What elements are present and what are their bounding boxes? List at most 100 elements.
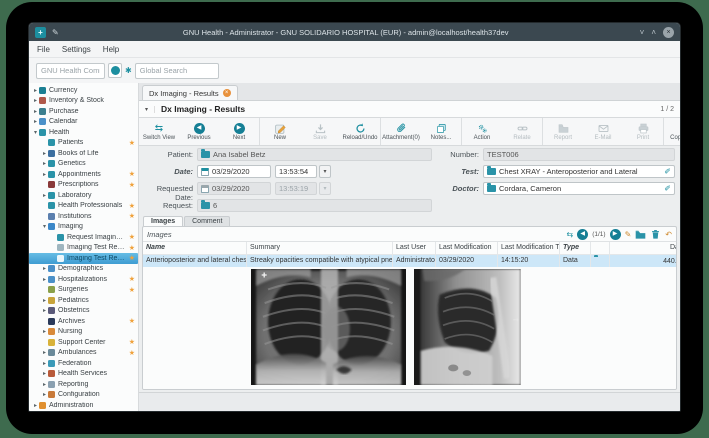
action-button[interactable]: Action [462,118,502,145]
keyboard-icon[interactable]: ✱ [125,66,132,75]
tree-expander-icon[interactable]: ▸ [41,160,48,167]
favorite-star-icon[interactable]: ★ [129,233,135,241]
command-go-button[interactable] [108,63,122,78]
images-table-row[interactable]: Anterioposterior and lateral chest Streak… [143,255,676,267]
clear-field-icon[interactable]: ✐ [664,184,671,193]
tree-expander-icon[interactable]: ▸ [32,402,39,409]
sidebar-item-patients[interactable]: Patients ★ [29,138,138,149]
tree-expander-icon[interactable]: ▸ [41,328,48,335]
sidebar-item-hospitalizations[interactable]: ▸ Hospitalizations ★ [29,274,138,285]
close-button[interactable]: × [663,26,674,38]
delete-row-icon[interactable] [650,229,661,240]
command-input[interactable] [36,62,105,79]
tree-expander-icon[interactable]: ▸ [41,360,48,367]
favorite-star-icon[interactable]: ★ [129,338,135,346]
tab-dx-imaging-results[interactable]: Dx Imaging - Results × [142,85,238,100]
tree-expander-icon[interactable]: ▸ [32,87,39,94]
sidebar-item-federation[interactable]: ▸ Federation [29,358,138,369]
column-header-summary[interactable]: Summary [247,242,393,255]
copy-url-button[interactable]: Copy URL [664,118,680,145]
sidebar-item-inventory-stock[interactable]: ▸ Inventory & Stock [29,96,138,107]
sidebar-item-imaging-test-request[interactable]: Imaging Test Request★ [29,243,138,254]
menu-settings[interactable]: Settings [62,45,91,54]
sidebar-item-request-imaging-test[interactable]: Request Imaging Test★ [29,232,138,243]
sidebar-item-calendar[interactable]: ▸ Calendar [29,117,138,128]
new-row-icon[interactable]: ✎ [625,230,632,239]
tree-expander-icon[interactable]: ▸ [32,108,39,115]
tree-expander-icon[interactable]: ▸ [41,370,48,377]
sidebar-item-prescriptions[interactable]: Prescriptions ★ [29,180,138,191]
column-header-last-modification-time[interactable]: Last Modification Time [498,242,560,255]
sidebar-item-support-center[interactable]: Support Center ★ [29,337,138,348]
reload-undo-button[interactable]: Reload/Undo [340,118,380,145]
menu-help[interactable]: Help [103,45,119,54]
sidebar-item-configuration[interactable]: ▸ Configuration [29,390,138,401]
sidebar-item-obstetrics[interactable]: ▸ Obstetrics [29,306,138,317]
sidebar-item-imaging-test-result[interactable]: Imaging Test Result ★ [29,253,138,264]
sidebar-item-administration[interactable]: ▸ Administration [29,400,138,411]
sidebar-item-purchase[interactable]: ▸ Purchase [29,106,138,117]
column-header-last-user[interactable]: Last User [393,242,436,255]
next-button[interactable]: ▶ Next [219,118,259,145]
tree-expander-icon[interactable]: ▸ [41,265,48,272]
menu-file[interactable]: File [37,45,50,54]
tree-expander-icon[interactable]: ▸ [41,150,48,157]
sidebar-item-imaging[interactable]: ▾ Imaging [29,222,138,233]
tree-expander-icon[interactable]: ▸ [32,97,39,104]
notebook-tab-images[interactable]: Images [143,216,184,226]
date-dropdown-button[interactable]: ▾ [319,165,331,178]
date-field[interactable]: 03/29/2020 [197,165,271,178]
sidebar-item-health[interactable]: ▾ Health [29,127,138,138]
tree-expander-icon[interactable]: ▾ [41,223,48,230]
xray-frontal-image[interactable]: ✚ [251,269,407,385]
tree-expander-icon[interactable]: ▸ [41,381,48,388]
switch-view-button[interactable]: ⇆ Switch View [139,118,179,145]
sidebar-item-reporting[interactable]: ▸ Reporting [29,379,138,390]
tab-close-icon[interactable]: × [222,89,231,97]
doctor-field[interactable]: Cordara, Cameron ✐ [483,182,675,195]
favorite-star-icon[interactable]: ★ [129,139,135,147]
maximize-button[interactable]: ˄ [651,28,656,37]
tree-expander-icon[interactable]: ▸ [41,192,48,199]
favorite-star-icon[interactable]: ★ [129,181,135,189]
undo-row-icon[interactable]: ↶ [665,230,672,239]
next-record-icon[interactable]: ▶ [609,228,621,240]
xray-lateral-image[interactable]: → [414,269,521,385]
tree-expander-icon[interactable]: ▸ [41,349,48,356]
column-header-data[interactable]: Data [610,242,676,255]
sidebar-item-nursing[interactable]: ▸ Nursing [29,327,138,338]
tree-expander-icon[interactable]: ▸ [41,307,48,314]
notebook-tab-comment[interactable]: Comment [184,216,231,226]
notes--button[interactable]: Notes... [421,118,461,145]
sidebar-item-appointments[interactable]: ▸ Appointments ★ [29,169,138,180]
pin-icon[interactable]: ✎ [52,28,59,37]
previous-button[interactable]: ◀ Previous [179,118,219,145]
sidebar-item-genetics[interactable]: ▸ Genetics [29,159,138,170]
sidebar-item-laboratory[interactable]: ▸ Laboratory [29,190,138,201]
switch-view-icon[interactable]: ⇆ [567,230,574,239]
favorite-star-icon[interactable]: ★ [129,212,135,220]
tree-expander-icon[interactable]: ▾ [32,129,39,136]
sidebar-item-currency[interactable]: ▸ Currency [29,85,138,96]
global-search-input[interactable] [134,62,219,79]
date-time-field[interactable]: 13:53:54 [275,165,317,178]
favorite-star-icon[interactable]: ★ [129,349,135,357]
clear-field-icon[interactable]: ✐ [664,167,671,176]
open-row-icon[interactable] [635,229,646,240]
column-header-type[interactable]: Type [560,242,591,255]
minimize-button[interactable]: ˅ [640,28,645,37]
favorite-star-icon[interactable]: ★ [129,317,135,325]
favorite-star-icon[interactable]: ★ [129,254,135,262]
sidebar-item-institutions[interactable]: Institutions ★ [29,211,138,222]
test-field[interactable]: Chest XRAY - Anteroposterior and Lateral… [483,165,675,178]
favorite-star-icon[interactable]: ★ [129,286,135,294]
favorite-star-icon[interactable]: ★ [129,170,135,178]
sidebar-item-health-professionals[interactable]: Health Professionals ★ [29,201,138,212]
sidebar-item-demographics[interactable]: ▸ Demographics [29,264,138,275]
attachment-0--button[interactable]: Attachment(0) [381,118,421,145]
favorite-star-icon[interactable]: ★ [129,202,135,210]
tree-expander-icon[interactable]: ▸ [41,171,48,178]
tree-expander-icon[interactable]: ▸ [32,118,39,125]
sidebar-item-ambulances[interactable]: ▸ Ambulances ★ [29,348,138,359]
sidebar-item-pediatrics[interactable]: ▸ Pediatrics [29,295,138,306]
